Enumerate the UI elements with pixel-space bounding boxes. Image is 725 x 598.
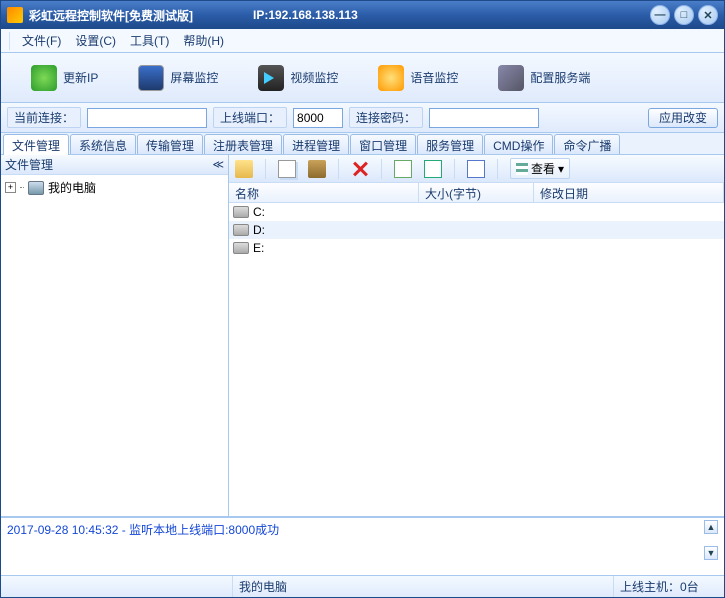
tree: + 我的电脑 [1,175,228,516]
tab-window[interactable]: 窗口管理 [350,134,416,154]
menu-file[interactable]: 文件(F) [18,30,65,51]
menubar: 文件(F) 设置(C) 工具(T) 帮助(H) [1,29,724,53]
video-label: 视频监控 [290,69,338,86]
tree-root-node[interactable]: + 我的电脑 [5,179,224,196]
close-button[interactable]: ✕ [698,5,718,25]
app-icon [7,7,23,23]
menu-settings[interactable]: 设置(C) [71,30,120,51]
minimize-button[interactable]: — [650,5,670,25]
list-header: 名称 大小(字节) 修改日期 [229,183,724,203]
drive-icon [233,206,249,218]
status-cell-1 [1,576,233,597]
collapse-icon[interactable]: ≪ [212,158,224,171]
tab-broadcast[interactable]: 命令广播 [554,134,620,154]
titlebar[interactable]: 彩虹远程控制软件[免费测试版] IP:192.168.138.113 — □ ✕ [1,1,724,29]
file-toolbar: 查看 ▾ [229,155,724,183]
tab-service[interactable]: 服务管理 [417,134,483,154]
log-line: 2017-09-28 10:45:32 - 监听本地上线端口:8000成功 [7,523,279,537]
col-date[interactable]: 修改日期 [534,183,724,202]
audio-icon [378,65,404,91]
tab-sysinfo[interactable]: 系统信息 [70,134,136,154]
pwd-label: 连接密码： [349,107,423,128]
computer-icon [28,181,44,195]
tab-cmd[interactable]: CMD操作 [484,134,553,154]
app-window: 彩虹远程控制软件[免费测试版] IP:192.168.138.113 — □ ✕… [0,0,725,598]
current-conn-input[interactable] [87,108,207,128]
update-ip-label: 更新IP [63,69,98,86]
apply-button[interactable]: 应用改变 [648,108,718,128]
chevron-down-icon: ▾ [558,162,564,176]
log-area: 2017-09-28 10:45:32 - 监听本地上线端口:8000成功 ▲ … [1,517,724,575]
connection-row: 当前连接： 上线端口： 连接密码： 应用改变 [1,103,724,133]
left-pane-header: 文件管理 ≪ [1,155,228,175]
screen-monitor-button[interactable]: 屏幕监控 [138,65,218,91]
tab-transfer[interactable]: 传输管理 [137,134,203,154]
scroll-up-icon[interactable]: ▲ [704,520,718,534]
expand-icon[interactable]: + [5,182,16,193]
title-ip: IP:192.168.138.113 [253,8,358,22]
drive-icon [233,224,249,236]
main-area: 文件管理 ≪ + 我的电脑 [1,155,724,517]
list-item[interactable]: D: [229,221,724,239]
right-pane: 查看 ▾ 名称 大小(字节) 修改日期 C: D: E: [229,155,724,516]
col-size[interactable]: 大小(字节) [419,183,534,202]
left-pane: 文件管理 ≪ + 我的电脑 [1,155,229,516]
status-hosts: 上线主机：0台 [614,576,724,597]
delete-icon[interactable] [351,160,369,178]
menu-help[interactable]: 帮助(H) [179,30,228,51]
app-title: 彩虹远程控制软件[免费测试版] [29,7,193,24]
view-icon [516,163,528,175]
tab-file-manage[interactable]: 文件管理 [3,134,69,155]
screen-icon [138,65,164,91]
config-server-button[interactable]: 配置服务端 [498,65,590,91]
audio-monitor-button[interactable]: 语音监控 [378,65,458,91]
scroll-down-icon[interactable]: ▼ [704,546,718,560]
status-path: 我的电脑 [233,576,614,597]
statusbar: 我的电脑 上线主机：0台 [1,575,724,597]
video-icon [258,65,284,91]
list-item[interactable]: E: [229,239,724,257]
update-ip-button[interactable]: 更新IP [31,65,98,91]
left-pane-title: 文件管理 [5,156,53,173]
col-name[interactable]: 名称 [229,183,419,202]
log-scroll: ▲ ▼ [704,520,720,560]
config-icon [498,65,524,91]
view-label: 查看 [531,160,555,177]
run-icon[interactable] [467,160,485,178]
file-list[interactable]: C: D: E: [229,203,724,516]
menu-tools[interactable]: 工具(T) [126,30,173,51]
new-folder-icon[interactable] [394,160,412,178]
maximize-button[interactable]: □ [674,5,694,25]
audio-label: 语音监控 [410,69,458,86]
screen-label: 屏幕监控 [170,69,218,86]
tab-registry[interactable]: 注册表管理 [204,134,282,154]
drive-label: C: [253,205,265,219]
main-toolbar: 更新IP 屏幕监控 视频监控 语音监控 配置服务端 [1,53,724,103]
drive-icon [233,242,249,254]
copy-icon[interactable] [278,160,296,178]
download-icon[interactable] [424,160,442,178]
tab-process[interactable]: 进程管理 [283,134,349,154]
view-button[interactable]: 查看 ▾ [510,158,570,179]
tabbar: 文件管理 系统信息 传输管理 注册表管理 进程管理 窗口管理 服务管理 CMD操… [1,133,724,155]
up-folder-icon[interactable] [235,160,253,178]
port-input[interactable] [293,108,343,128]
pwd-input[interactable] [429,108,539,128]
list-item[interactable]: C: [229,203,724,221]
port-label: 上线端口： [213,107,287,128]
drive-label: E: [253,241,264,255]
tree-root-label: 我的电脑 [48,179,96,196]
drive-label: D: [253,223,265,237]
config-label: 配置服务端 [530,69,590,86]
paste-icon[interactable] [308,160,326,178]
refresh-icon [31,65,57,91]
video-monitor-button[interactable]: 视频监控 [258,65,338,91]
current-conn-label: 当前连接： [7,107,81,128]
